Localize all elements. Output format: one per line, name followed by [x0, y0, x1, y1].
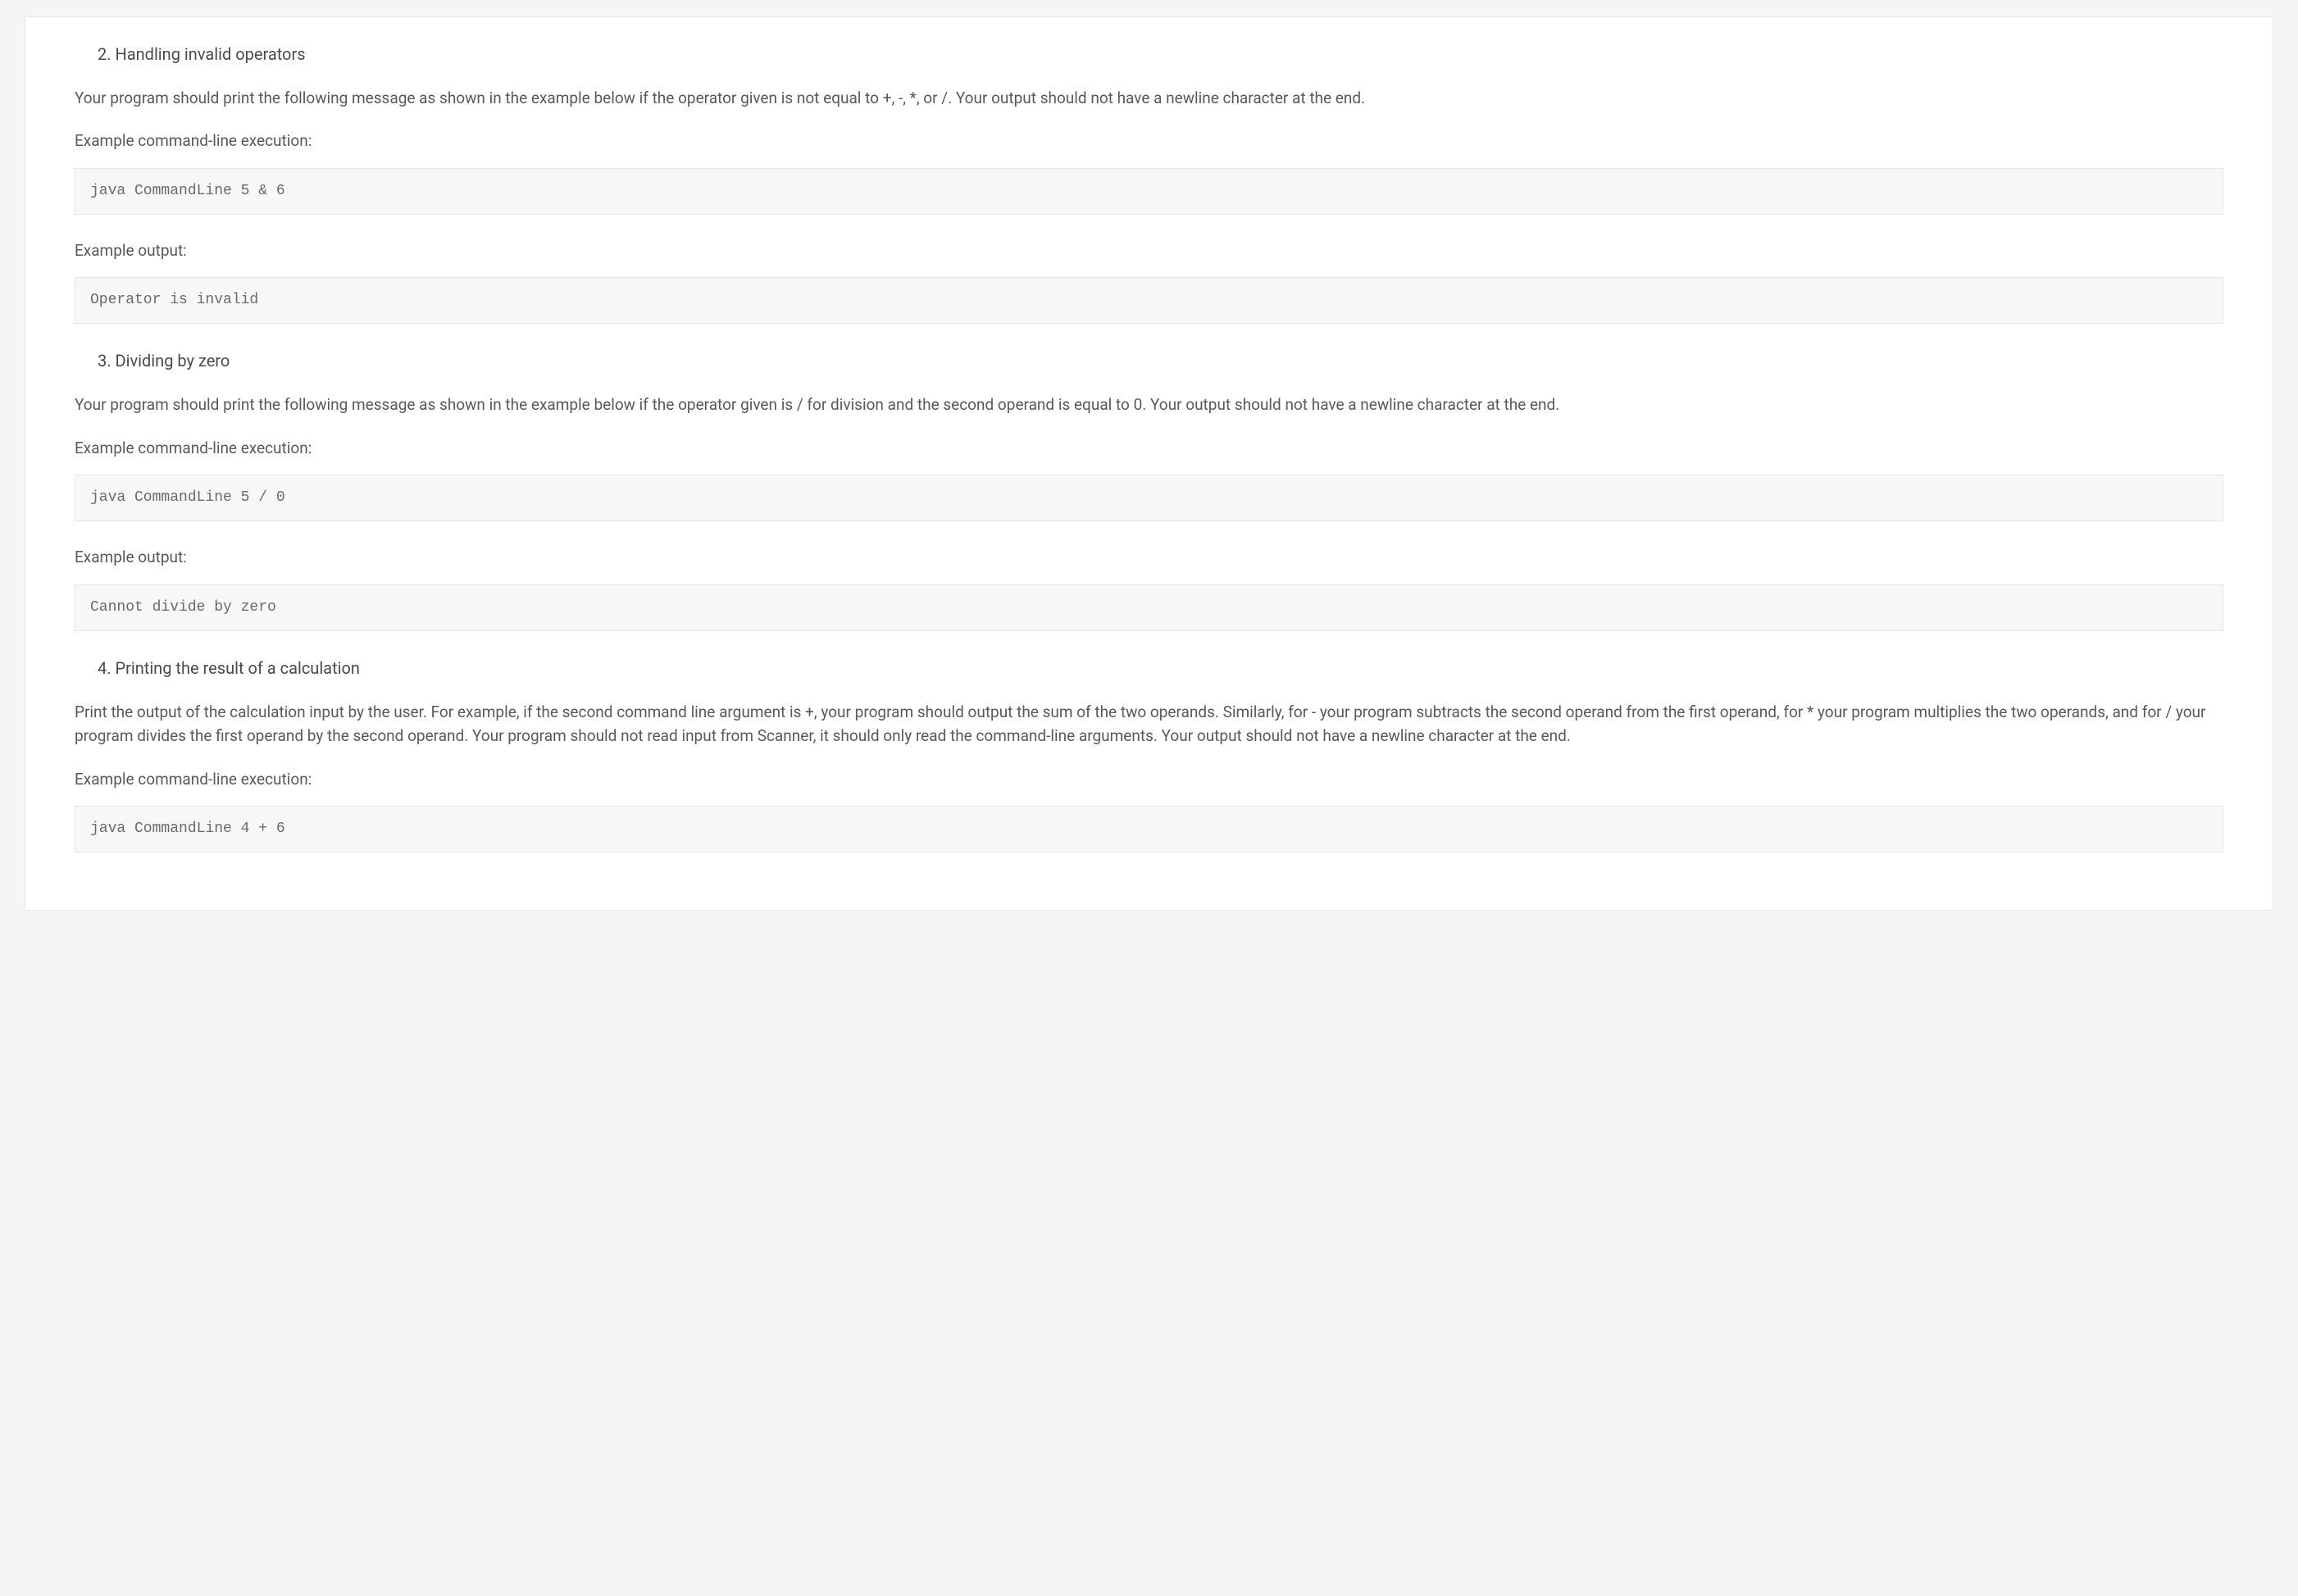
section-heading: 3. Dividing by zero: [98, 348, 2223, 373]
document-content: 2. Handling invalid operators Your progr…: [25, 16, 2273, 911]
exec-label: Example command-line execution:: [75, 130, 2223, 153]
section-heading: 4. Printing the result of a calculation: [98, 656, 2223, 680]
output-code-block: Cannot divide by zero: [75, 584, 2223, 631]
section-invalid-operators: 2. Handling invalid operators Your progr…: [75, 42, 2223, 324]
output-label: Example output:: [75, 239, 2223, 263]
section-printing-result: 4. Printing the result of a calculation …: [75, 656, 2223, 853]
section-description: Print the output of the calculation inpu…: [75, 700, 2223, 748]
section-description: Your program should print the following …: [75, 393, 2223, 416]
exec-code-block: java CommandLine 5 & 6: [75, 168, 2223, 215]
output-label: Example output:: [75, 546, 2223, 570]
output-code-block: Operator is invalid: [75, 277, 2223, 324]
section-dividing-by-zero: 3. Dividing by zero Your program should …: [75, 348, 2223, 630]
section-heading: 2. Handling invalid operators: [98, 42, 2223, 66]
exec-label: Example command-line execution:: [75, 768, 2223, 792]
exec-code-block: java CommandLine 4 + 6: [75, 806, 2223, 853]
section-description: Your program should print the following …: [75, 86, 2223, 110]
exec-label: Example command-line execution:: [75, 437, 2223, 461]
exec-code-block: java CommandLine 5 / 0: [75, 475, 2223, 521]
